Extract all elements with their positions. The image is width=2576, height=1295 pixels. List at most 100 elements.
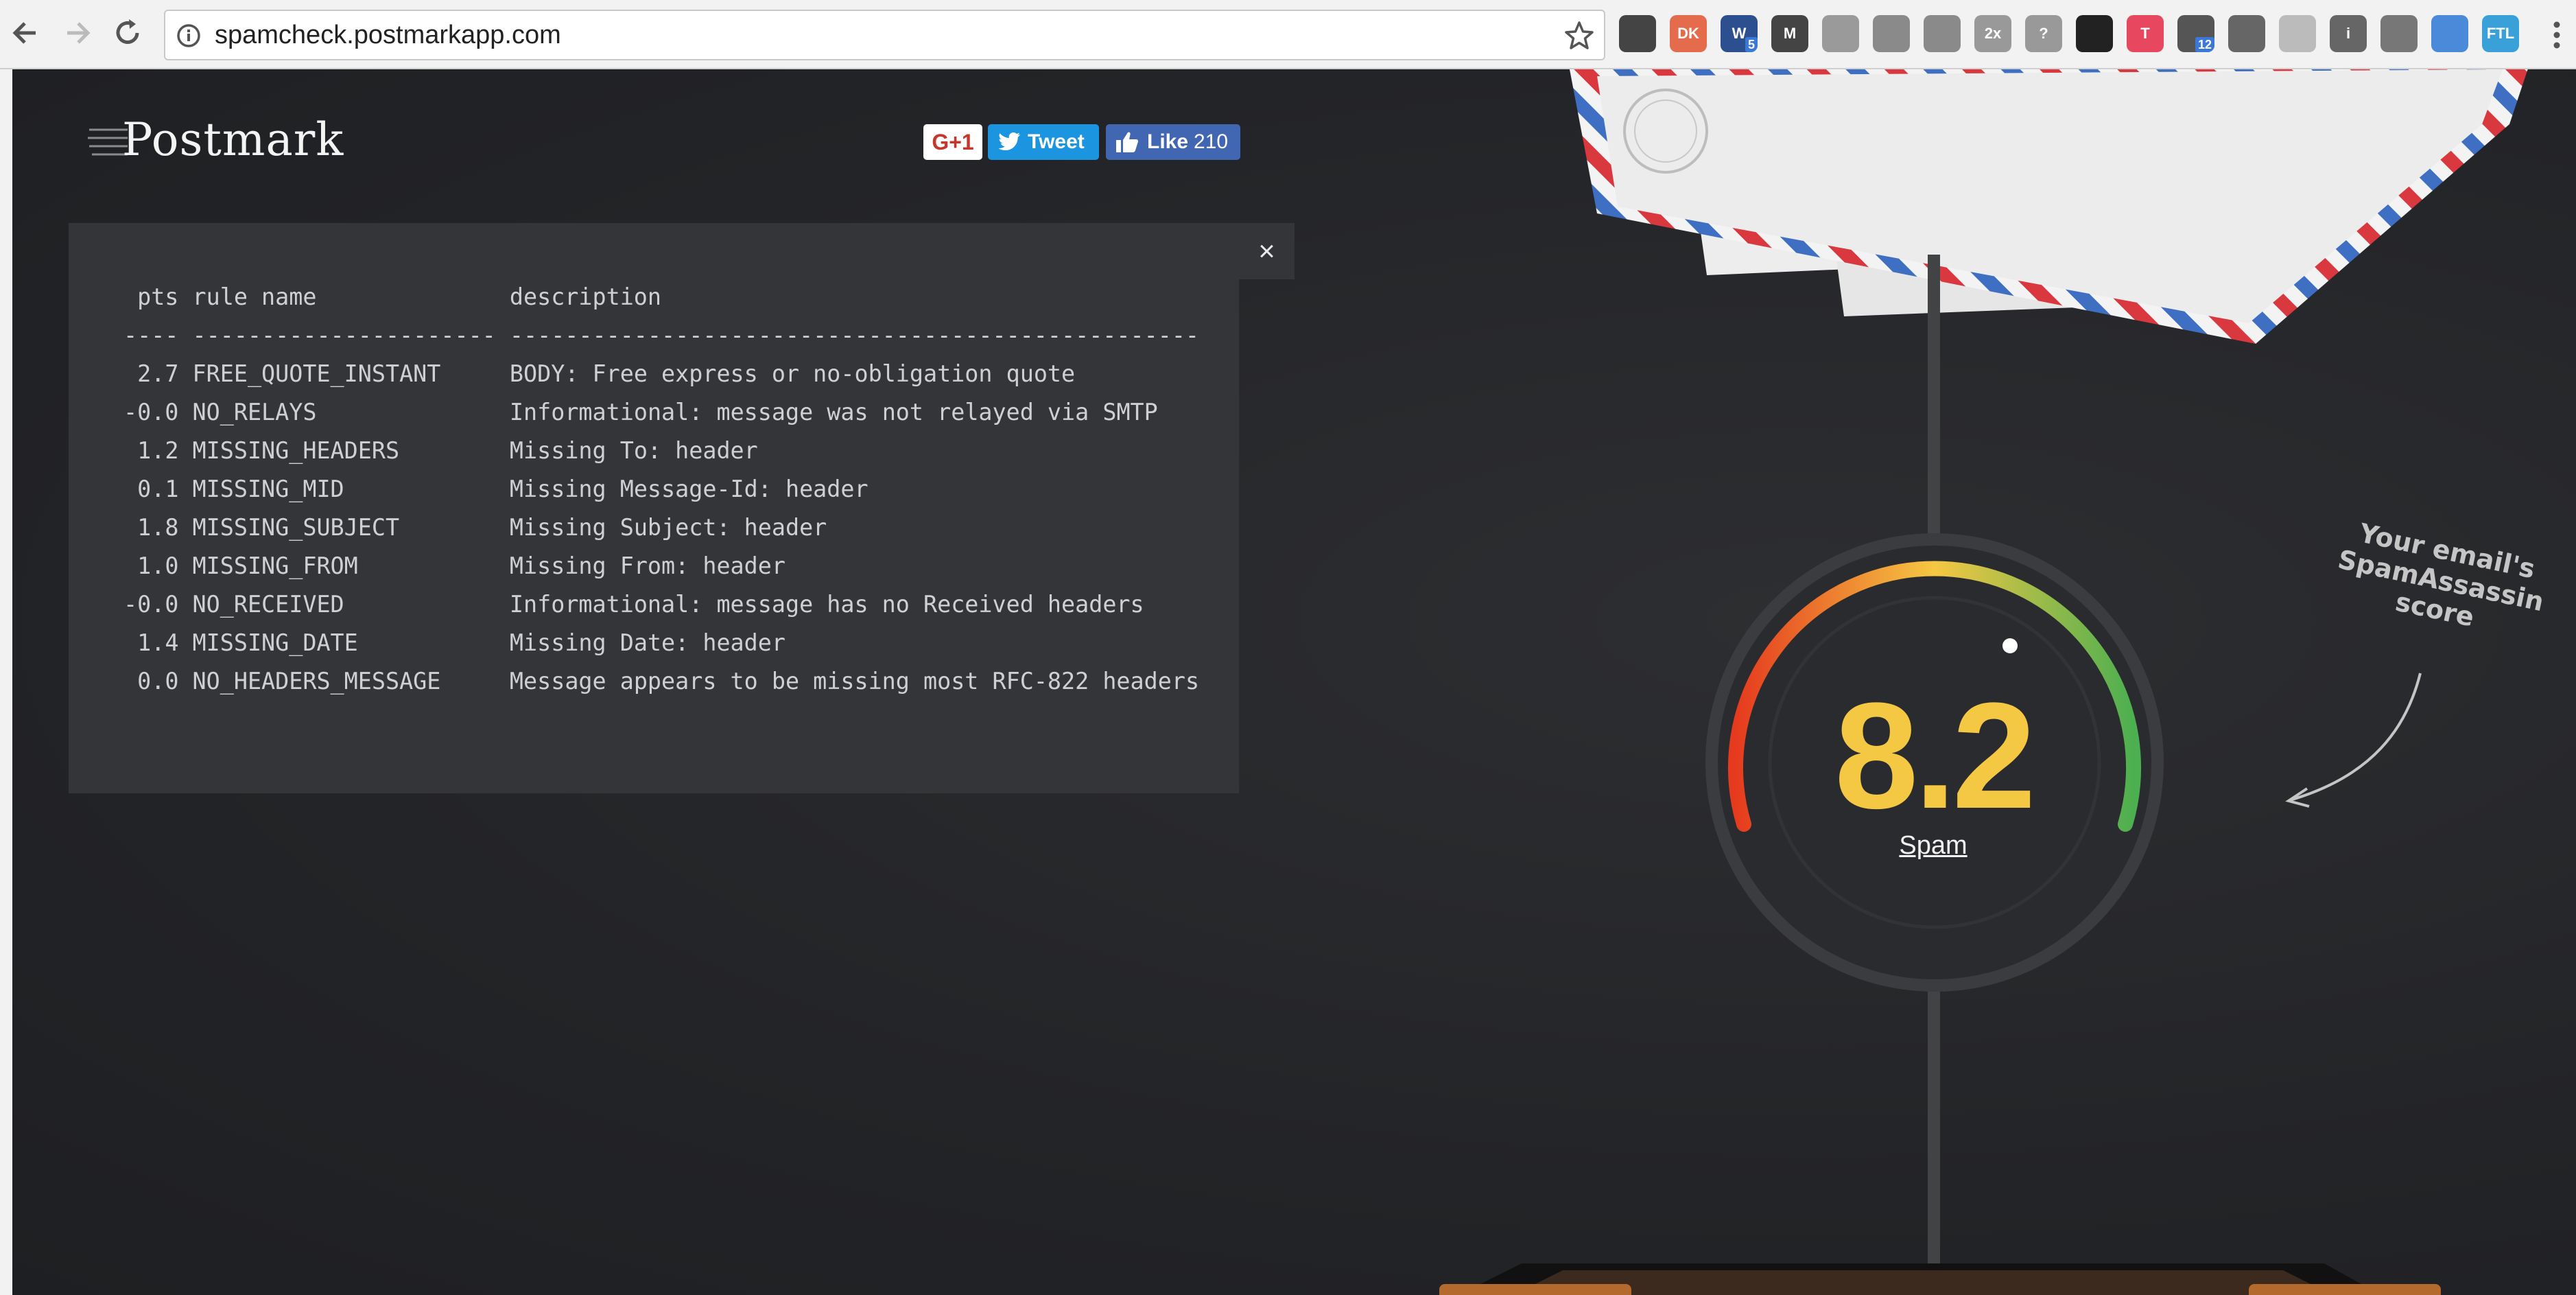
rule-description: BODY: Free express or no-obligation quot… bbox=[509, 360, 1076, 387]
extension-label: i bbox=[2345, 25, 2351, 42]
like-label: Like bbox=[1147, 130, 1189, 153]
extension-label: FTL bbox=[2486, 25, 2515, 42]
tab-icon[interactable] bbox=[2431, 15, 2468, 52]
info-icon[interactable]: i bbox=[2330, 15, 2367, 52]
rule-description: Informational: message has no Received h… bbox=[509, 591, 1144, 618]
report-rows: 2.7 FREE_QUOTE_INSTANT BODY: Free expres… bbox=[123, 360, 1199, 695]
rule-name: MISSING_SUBJECT bbox=[192, 514, 400, 541]
page-content: Postmark G+1 Tweet Like 210 pts rule name… bbox=[12, 69, 2576, 1295]
browser-toolbar: spamcheck.postmarkapp.com DK W 5 M 2x? T 12 i FT… bbox=[0, 0, 2576, 69]
spam-score-value: 8.2 bbox=[1834, 671, 2036, 840]
dropbox-icon[interactable] bbox=[1822, 15, 1859, 52]
rule-name: FREE_QUOTE_INSTANT bbox=[192, 360, 441, 387]
report-row: -0.0 NO_RECEIVED Informational: message … bbox=[123, 591, 1144, 618]
envelopes-illustration bbox=[1570, 69, 2528, 344]
pocket-icon[interactable] bbox=[1619, 15, 1656, 52]
square-icon[interactable] bbox=[1873, 15, 1910, 52]
extension-label: ? bbox=[2039, 25, 2048, 42]
rule-description: Message appears to be missing most RFC-8… bbox=[509, 668, 1200, 695]
rule-name: NO_RELAYS bbox=[192, 399, 317, 425]
annotation-arrow-icon bbox=[2285, 673, 2422, 808]
chart-icon[interactable]: 12 bbox=[2177, 15, 2214, 52]
reload-icon bbox=[116, 19, 139, 44]
tweet-button[interactable]: Tweet bbox=[988, 124, 1099, 160]
t-icon[interactable]: T bbox=[2127, 15, 2164, 52]
report-table: pts rule name description ---- ---------… bbox=[123, 278, 1199, 701]
extension-badge: 5 bbox=[1745, 37, 1758, 52]
browser-menu-icon[interactable] bbox=[2547, 18, 2567, 52]
inbox-tray-illustration bbox=[1439, 1263, 2441, 1295]
tweet-label: Tweet bbox=[1028, 130, 1085, 153]
extension-label: 2x bbox=[1984, 25, 2002, 42]
rule-name: MISSING_DATE bbox=[192, 629, 358, 656]
2x-icon[interactable]: 2x bbox=[1974, 15, 2011, 52]
rule-points: -0.0 bbox=[123, 399, 179, 425]
report-row: 0.0 NO_HEADERS_MESSAGE Message appears t… bbox=[123, 668, 1199, 695]
report-row: -0.0 NO_RELAYS Informational: message wa… bbox=[123, 399, 1158, 425]
forward-button[interactable] bbox=[56, 12, 97, 54]
dk-icon[interactable]: DK bbox=[1670, 15, 1707, 52]
arrow-left-icon bbox=[12, 22, 36, 44]
w-icon[interactable]: W5 bbox=[1721, 15, 1758, 52]
m-icon[interactable]: M bbox=[1771, 15, 1808, 52]
rule-description: Missing To: header bbox=[509, 437, 758, 464]
extension-label: M bbox=[1783, 25, 1797, 42]
twitter-bird-icon bbox=[999, 132, 1020, 150]
arrow-right-icon bbox=[67, 22, 91, 44]
rule-name: NO_RECEIVED bbox=[192, 591, 344, 618]
report-row: 0.1 MISSING_MID Missing Message-Id: head… bbox=[123, 476, 868, 502]
rule-points: 0.1 bbox=[137, 476, 179, 502]
rule-description: Missing Message-Id: header bbox=[509, 476, 868, 502]
report-separator: ---- ---------------------- ------------… bbox=[123, 322, 1200, 349]
close-report-button[interactable]: × bbox=[1239, 223, 1295, 279]
gauge-pole-bottom bbox=[1928, 985, 1940, 1274]
report-header-row: pts rule name description bbox=[123, 283, 662, 310]
leaf-icon[interactable] bbox=[2279, 15, 2316, 52]
report-row: 2.7 FREE_QUOTE_INSTANT BODY: Free expres… bbox=[123, 360, 1075, 387]
help-box-icon[interactable]: ? bbox=[2025, 15, 2062, 52]
rule-name: MISSING_HEADERS bbox=[192, 437, 400, 464]
rule-points: 1.4 bbox=[137, 629, 179, 656]
address-bar[interactable]: spamcheck.postmarkapp.com bbox=[164, 10, 1605, 60]
extension-label: T bbox=[2140, 25, 2150, 42]
spy-icon[interactable] bbox=[1924, 15, 1961, 52]
report-row: 1.0 MISSING_FROM Missing From: header bbox=[123, 552, 785, 579]
ftl-icon[interactable]: FTL bbox=[2482, 15, 2519, 52]
spamassassin-report: pts rule name description ---- ---------… bbox=[69, 223, 1239, 793]
rule-description: Informational: message was not relayed v… bbox=[509, 399, 1158, 425]
gauge-needle-dot bbox=[2002, 638, 2018, 653]
url-text[interactable]: spamcheck.postmarkapp.com bbox=[215, 11, 561, 59]
facebook-like-button[interactable]: Like 210 bbox=[1106, 124, 1240, 160]
panda-icon[interactable] bbox=[2076, 15, 2113, 52]
report-row: 1.8 MISSING_SUBJECT Missing Subject: hea… bbox=[123, 514, 827, 541]
google-plus-button[interactable]: G+1 bbox=[923, 124, 982, 160]
extension-label: W bbox=[1732, 25, 1747, 42]
rule-name: NO_HEADERS_MESSAGE bbox=[192, 668, 441, 695]
rule-points: -0.0 bbox=[123, 591, 179, 618]
extension-badge: 12 bbox=[2195, 37, 2214, 52]
back-button[interactable] bbox=[5, 12, 47, 54]
rule-points: 2.7 bbox=[137, 360, 179, 387]
thumbs-up-icon bbox=[1116, 132, 1139, 152]
info-circle-icon[interactable] bbox=[175, 22, 202, 49]
rule-points: 1.8 bbox=[137, 514, 179, 541]
spam-verdict-link[interactable]: Spam bbox=[1830, 831, 2036, 861]
postmark-logo[interactable]: Postmark bbox=[122, 113, 344, 166]
report-row: 1.4 MISSING_DATE Missing Date: header bbox=[123, 629, 785, 656]
rule-points: 1.0 bbox=[137, 552, 179, 579]
rule-points: 1.2 bbox=[137, 437, 179, 464]
page-margin bbox=[0, 69, 12, 1295]
reload-button[interactable] bbox=[107, 12, 148, 54]
score-annotation: Your email's SpamAssassin score bbox=[2291, 507, 2576, 655]
bird-icon[interactable] bbox=[2380, 15, 2418, 52]
report-row: 1.2 MISSING_HEADERS Missing To: header bbox=[123, 437, 758, 464]
rule-description: Missing Subject: header bbox=[509, 514, 827, 541]
rule-points: 0.0 bbox=[137, 668, 179, 695]
extension-label: DK bbox=[1677, 25, 1699, 42]
bookmark-star-icon[interactable] bbox=[1563, 19, 1596, 52]
rule-name: MISSING_FROM bbox=[192, 552, 358, 579]
rule-description: Missing Date: header bbox=[509, 629, 785, 656]
like-count: 210 bbox=[1194, 130, 1229, 153]
swoosh-icon[interactable] bbox=[2228, 15, 2265, 52]
rule-name: MISSING_MID bbox=[192, 476, 344, 502]
